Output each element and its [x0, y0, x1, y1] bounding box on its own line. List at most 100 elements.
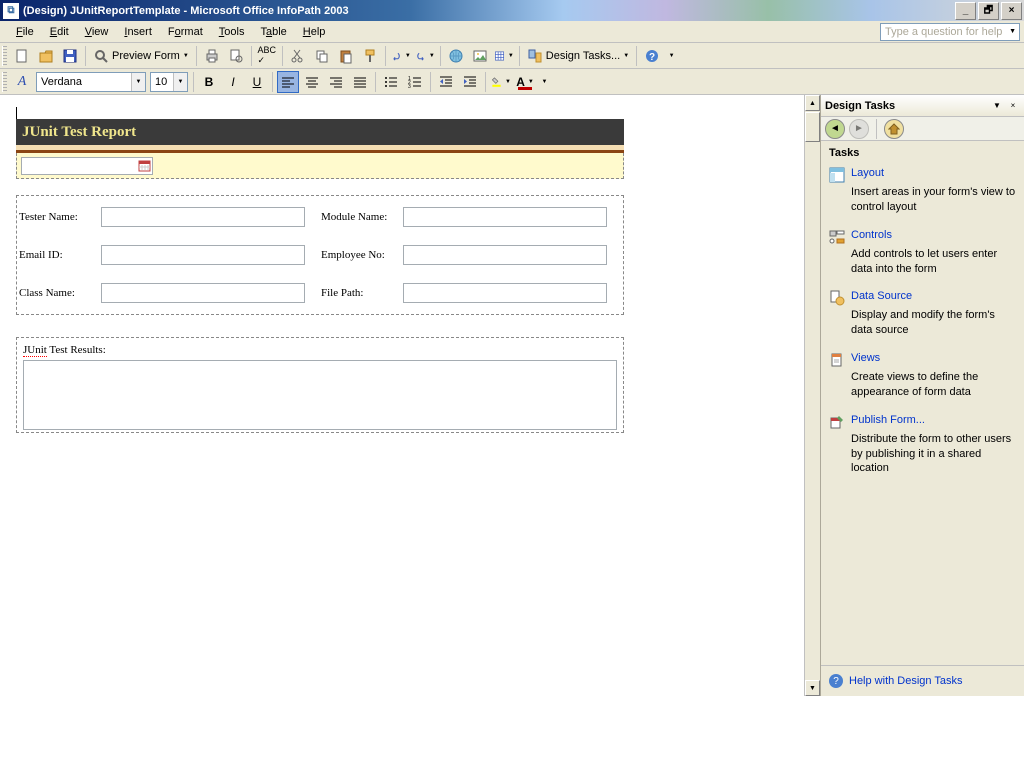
help-button[interactable]: ?: [641, 45, 663, 67]
menu-insert[interactable]: Insert: [116, 23, 160, 41]
toolbar-grip[interactable]: [2, 46, 7, 66]
help-icon: ?: [829, 674, 843, 688]
help-link[interactable]: Help with Design Tasks: [849, 675, 963, 687]
task-pane-title: Design Tasks: [825, 100, 988, 112]
app-icon: ⧉: [3, 3, 19, 19]
underline-button[interactable]: U: [246, 71, 268, 93]
class-name-field[interactable]: [101, 283, 305, 303]
task-item-datasource: Data Source Display and modify the form'…: [829, 290, 1016, 338]
italic-button[interactable]: I: [222, 71, 244, 93]
task-item-layout: Layout Insert areas in your form's view …: [829, 167, 1016, 215]
class-name-label: Class Name:: [19, 287, 101, 299]
scroll-up-icon[interactable]: ▲: [805, 95, 820, 111]
font-size-combo[interactable]: 10▼: [150, 72, 188, 92]
insert-table-button[interactable]: ▼: [493, 45, 515, 67]
file-path-field[interactable]: [403, 283, 607, 303]
font-combo[interactable]: Verdana▼: [36, 72, 146, 92]
insert-hyperlink-button[interactable]: [445, 45, 467, 67]
open-button[interactable]: [35, 45, 57, 67]
svg-text:?: ?: [649, 52, 655, 63]
spellcheck-button[interactable]: ABC✓: [256, 45, 278, 67]
dropdown-icon: ▼: [1009, 28, 1019, 35]
calendar-icon[interactable]: [136, 158, 152, 174]
task-pane: Design Tasks ▼ × ◄ ► Tasks Layout Insert…: [820, 95, 1024, 696]
align-right-button[interactable]: [325, 71, 347, 93]
save-button[interactable]: [59, 45, 81, 67]
close-button[interactable]: ×: [1001, 2, 1022, 20]
menu-tools[interactable]: Tools: [211, 23, 253, 41]
results-field[interactable]: [23, 360, 617, 430]
results-section[interactable]: JUnit Test Results:: [16, 337, 624, 433]
vertical-scrollbar[interactable]: ▲ ▼: [804, 95, 820, 696]
task-views-link[interactable]: Views: [851, 352, 880, 368]
form-title-bar[interactable]: JUnit Test Report: [16, 119, 624, 145]
new-button[interactable]: [11, 45, 33, 67]
align-left-button[interactable]: [277, 71, 299, 93]
menu-file[interactable]: File: [8, 23, 42, 41]
insert-picture-button[interactable]: [469, 45, 491, 67]
preview-form-button[interactable]: Preview Form▼: [89, 45, 193, 67]
menu-edit[interactable]: Edit: [42, 23, 77, 41]
employee-no-label: Employee No:: [321, 249, 403, 261]
tester-name-field[interactable]: [101, 207, 305, 227]
design-tasks-button[interactable]: Design Tasks...▼: [523, 45, 633, 67]
cut-button[interactable]: [287, 45, 309, 67]
task-pane-menu-icon[interactable]: ▼: [990, 99, 1004, 113]
task-datasource-link[interactable]: Data Source: [851, 290, 912, 306]
nav-back-button[interactable]: ◄: [825, 119, 845, 139]
scroll-down-icon[interactable]: ▼: [805, 680, 820, 696]
align-center-button[interactable]: [301, 71, 323, 93]
task-layout-link[interactable]: Layout: [851, 167, 884, 183]
paste-button[interactable]: [335, 45, 357, 67]
print-preview-button[interactable]: [225, 45, 247, 67]
task-publish-desc: Distribute the form to other users by pu…: [851, 432, 1016, 477]
form-design-canvas[interactable]: JUnit Test Report Tester Name: Module Na…: [0, 95, 804, 696]
numbering-button[interactable]: 123: [404, 71, 426, 93]
copy-button[interactable]: [311, 45, 333, 67]
task-controls-link[interactable]: Controls: [851, 229, 892, 245]
font-color-button[interactable]: A▼: [514, 71, 536, 93]
form-title: JUnit Test Report: [22, 124, 136, 141]
redo-button[interactable]: ▼: [414, 45, 436, 67]
task-controls-desc: Add controls to let users enter data int…: [851, 247, 1016, 277]
nav-home-button[interactable]: [884, 119, 904, 139]
menu-format[interactable]: Format: [160, 23, 211, 41]
task-item-controls: Controls Add controls to let users enter…: [829, 229, 1016, 277]
toolbar-options-button[interactable]: ▼: [665, 45, 675, 67]
increase-indent-button[interactable]: [459, 71, 481, 93]
module-name-label: Module Name:: [321, 211, 403, 223]
font-dialog-button[interactable]: A: [11, 71, 33, 93]
window-title: (Design) JUnitReportTemplate - Microsoft…: [23, 5, 955, 17]
task-publish-link[interactable]: Publish Form...: [851, 414, 925, 430]
restore-button[interactable]: 🗗: [978, 2, 999, 20]
decrease-indent-button[interactable]: [435, 71, 457, 93]
scroll-thumb[interactable]: [805, 112, 820, 142]
employee-no-field[interactable]: [403, 245, 607, 265]
task-pane-close-icon[interactable]: ×: [1006, 99, 1020, 113]
date-picker-field[interactable]: [21, 157, 153, 175]
date-area[interactable]: [16, 153, 624, 179]
module-name-field[interactable]: [403, 207, 607, 227]
task-views-desc: Create views to define the appearance of…: [851, 370, 1016, 400]
menu-view[interactable]: View: [77, 23, 117, 41]
menu-help[interactable]: Help: [295, 23, 334, 41]
nav-forward-button[interactable]: ►: [849, 119, 869, 139]
bullets-button[interactable]: [380, 71, 402, 93]
menu-table[interactable]: Table: [252, 23, 294, 41]
toolbar-options-button[interactable]: ▼: [538, 71, 548, 93]
toolbar-grip[interactable]: [2, 72, 7, 92]
bold-button[interactable]: B: [198, 71, 220, 93]
text-caret: [16, 107, 17, 119]
title-bar: ⧉ (Design) JUnitReportTemplate - Microso…: [0, 0, 1024, 21]
controls-icon: [829, 229, 845, 245]
undo-button[interactable]: ▼: [390, 45, 412, 67]
format-painter-button[interactable]: [359, 45, 381, 67]
task-datasource-desc: Display and modify the form's data sourc…: [851, 308, 1016, 338]
print-button[interactable]: [201, 45, 223, 67]
field-grid[interactable]: Tester Name: Module Name: Email ID: Empl…: [16, 195, 624, 315]
highlight-button[interactable]: ▼: [490, 71, 512, 93]
minimize-button[interactable]: _: [955, 2, 976, 20]
align-justify-button[interactable]: [349, 71, 371, 93]
help-question-box[interactable]: Type a question for help ▼: [880, 23, 1020, 41]
email-id-field[interactable]: [101, 245, 305, 265]
